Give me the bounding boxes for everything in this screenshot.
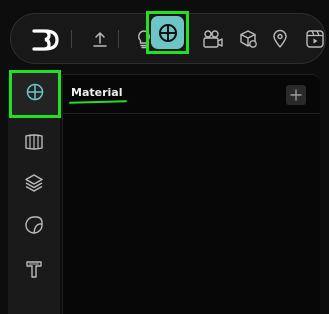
top-toolbar <box>10 11 327 64</box>
layers-icon <box>24 173 44 197</box>
sticker-icon <box>24 215 44 239</box>
texture-strip-icon <box>24 133 44 155</box>
material-panel: Material <box>62 74 320 314</box>
sidebar-item-text[interactable] <box>20 257 48 285</box>
video-camera-icon[interactable] <box>201 27 225 51</box>
title-underline <box>68 100 128 104</box>
film-icon[interactable] <box>303 27 327 51</box>
toolbar-divider <box>71 30 72 48</box>
panel-header: Material <box>63 75 320 114</box>
text-t-icon <box>24 259 44 283</box>
material-tool-button[interactable] <box>146 11 189 54</box>
sidebar-item-layers[interactable] <box>20 171 48 199</box>
upload-icon[interactable] <box>88 27 112 51</box>
box-gear-icon[interactable] <box>236 27 260 51</box>
crosshair-circle-icon <box>25 82 45 106</box>
panel-title: Material <box>71 86 123 99</box>
sidebar-item-material[interactable] <box>9 70 61 118</box>
toolbar-divider <box>118 30 119 48</box>
map-pin-icon[interactable] <box>268 27 292 51</box>
side-panel <box>8 70 61 314</box>
sidebar-item-texture[interactable] <box>20 130 48 158</box>
plus-icon <box>290 86 302 105</box>
crosshair-circle-icon <box>151 16 184 49</box>
sidebar-item-decal[interactable] <box>20 213 48 241</box>
add-material-button[interactable] <box>286 85 306 105</box>
logo-3d-icon[interactable] <box>30 26 60 54</box>
